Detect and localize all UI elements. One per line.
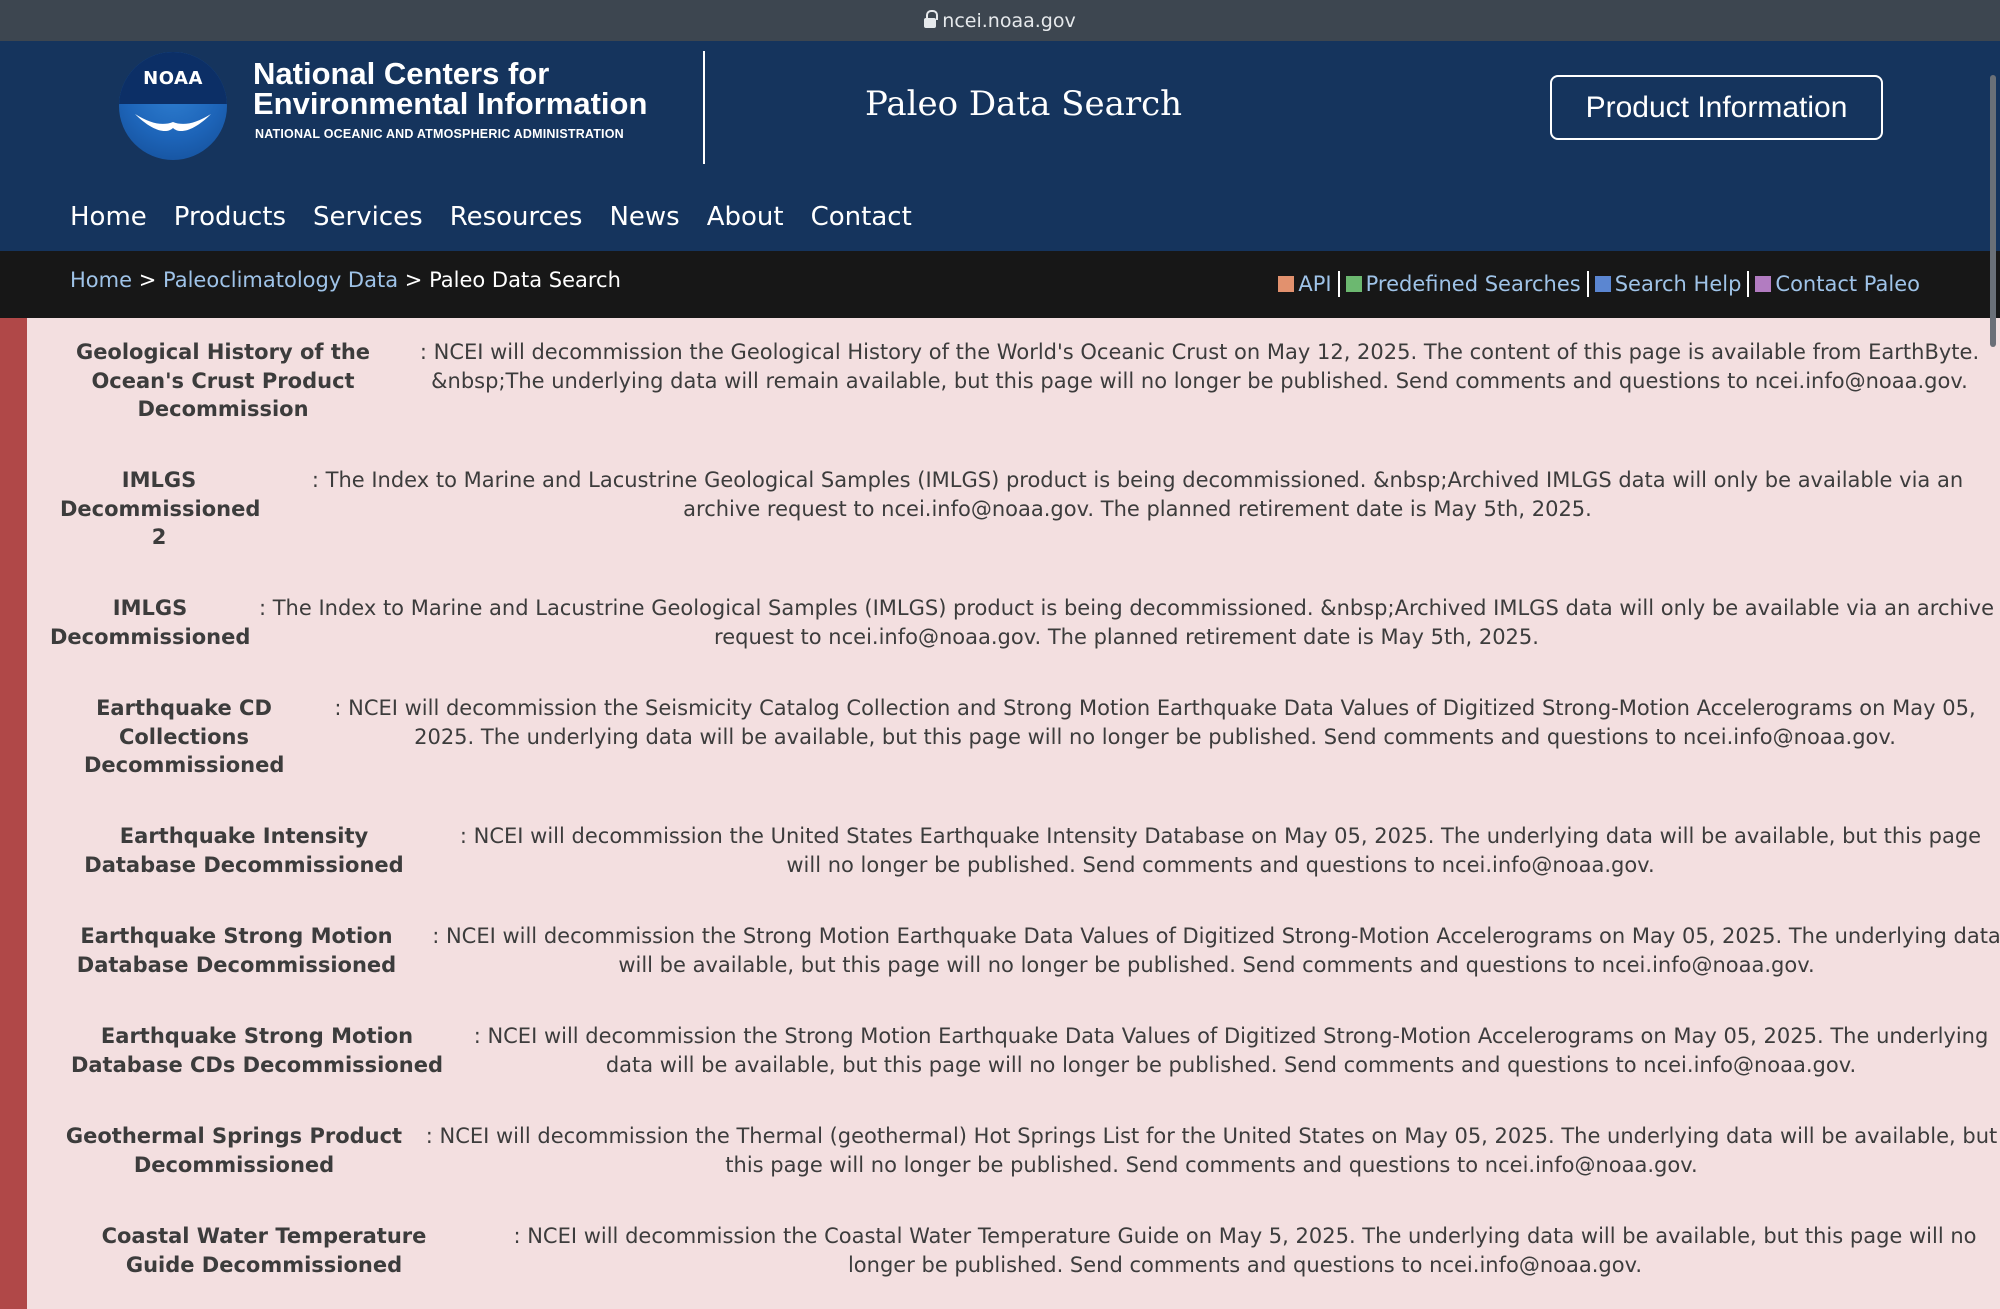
nav-home[interactable]: Home [70, 202, 147, 232]
notice-body: : NCEI will decommission the Coastal Wat… [513, 1224, 1977, 1277]
org-name-line2: Environmental Information [253, 86, 648, 121]
main-nav: Home Products Services Resources News Ab… [70, 202, 912, 232]
notice-title: Earthquake CD Collections Decommissioned [84, 696, 285, 777]
breadcrumb: Home > Paleoclimatology Data > Paleo Dat… [70, 268, 621, 292]
quicklink-contact-paleo[interactable]: Contact Paleo [1755, 272, 1920, 296]
browser-url-bar[interactable]: ncei.noaa.gov [0, 0, 2000, 41]
notice-item: Earthquake Strong Motion Database CDs De… [66, 1022, 1996, 1079]
nav-products[interactable]: Products [174, 202, 286, 232]
notice-body: : NCEI will decommission the Strong Moti… [432, 924, 2000, 977]
notice-title: Earthquake Intensity Database Decommissi… [84, 824, 404, 877]
nav-services[interactable]: Services [313, 202, 423, 232]
quick-links: API Predefined Searches Search Help Cont… [1278, 271, 1920, 297]
notice-title: Geological History of the Ocean's Crust … [75, 340, 371, 421]
square-icon [1755, 276, 1772, 292]
notice-body: : NCEI will decommission the Seismicity … [334, 696, 1976, 749]
quicklink-divider [1747, 271, 1750, 297]
breadcrumb-separator: > [138, 268, 157, 292]
breadcrumb-paleoclimatology[interactable]: Paleoclimatology Data [163, 268, 398, 292]
quicklink-api[interactable]: API [1278, 272, 1332, 296]
square-icon [1278, 276, 1295, 292]
org-subtitle: NATIONAL OCEANIC AND ATMOSPHERIC ADMINIS… [255, 127, 624, 141]
lock-icon [924, 10, 939, 29]
quicklink-search-help[interactable]: Search Help [1594, 272, 1742, 296]
notice-title: Coastal Water Temperature Guide Decommis… [101, 1224, 427, 1277]
quicklink-label: Predefined Searches [1365, 272, 1581, 296]
scrollbar-thumb[interactable] [1990, 75, 1996, 347]
notice-body: : The Index to Marine and Lacustrine Geo… [258, 596, 1995, 649]
quicklink-label: API [1298, 272, 1332, 296]
notice-item: Earthquake Intensity Database Decommissi… [64, 822, 1987, 879]
notice-item: Geothermal Springs Product Decommissione… [62, 1122, 2000, 1179]
quicklink-divider [1337, 271, 1340, 297]
notice-title: Geothermal Springs Product Decommissione… [65, 1124, 403, 1177]
url-text[interactable]: ncei.noaa.gov [942, 10, 1075, 32]
logo-text: NOAA [143, 68, 203, 89]
square-icon [1594, 276, 1611, 292]
notice-body: : The Index to Marine and Lacustrine Geo… [311, 468, 1964, 521]
notice-item: Earthquake CD Collections Decommissioned… [84, 694, 2000, 780]
alert-accent-bar [0, 318, 27, 1309]
notice-title: IMLGS Decommissioned [50, 596, 251, 649]
breadcrumb-current: Paleo Data Search [429, 268, 621, 292]
page-title: Paleo Data Search [865, 84, 1183, 124]
notice-body: : NCEI will decommission the United Stat… [459, 824, 1982, 877]
square-icon [1345, 276, 1362, 292]
notice-item: Earthquake Strong Motion Database Decomm… [74, 922, 2000, 979]
nav-contact[interactable]: Contact [811, 202, 912, 232]
notice-title: Earthquake Strong Motion Database CDs De… [70, 1024, 444, 1077]
notice-item: IMLGS Decommissioned : The Index to Mari… [50, 594, 1999, 651]
quicklink-label: Contact Paleo [1775, 272, 1920, 296]
seagull-icon [135, 114, 211, 132]
nav-about[interactable]: About [707, 202, 784, 232]
product-information-button[interactable]: Product Information [1550, 75, 1883, 140]
noaa-logo[interactable]: NOAA [119, 52, 227, 160]
notice-item: IMLGS Decommissioned 2 : The Index to Ma… [60, 466, 1987, 552]
breadcrumb-home[interactable]: Home [70, 268, 132, 292]
notice-item: Coastal Water Temperature Guide Decommis… [64, 1222, 2000, 1279]
notice-item: Geological History of the Ocean's Crust … [74, 338, 1987, 424]
notice-title: IMLGS Decommissioned 2 [60, 468, 261, 549]
quicklink-divider [1586, 271, 1589, 297]
quicklink-label: Search Help [1614, 272, 1742, 296]
nav-resources[interactable]: Resources [450, 202, 583, 232]
notice-body: : NCEI will decommission the Thermal (ge… [425, 1124, 1998, 1177]
breadcrumb-separator: > [404, 268, 423, 292]
header-divider [703, 51, 705, 164]
quicklink-predefined-searches[interactable]: Predefined Searches [1345, 272, 1581, 296]
notice-title: Earthquake Strong Motion Database Decomm… [76, 924, 397, 977]
notice-body: : NCEI will decommission the Geological … [419, 340, 1980, 393]
nav-news[interactable]: News [609, 202, 679, 232]
notice-body: : NCEI will decommission the Strong Moti… [473, 1024, 1989, 1077]
